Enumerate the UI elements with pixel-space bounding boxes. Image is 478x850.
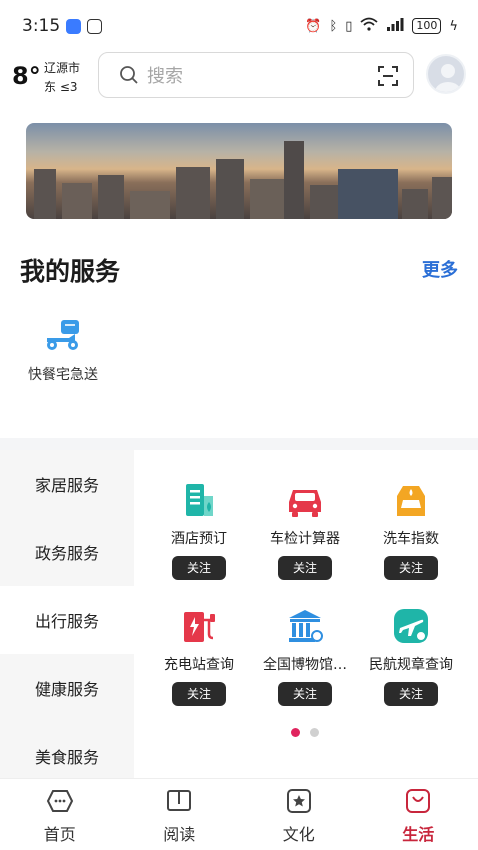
service-item-hotel[interactable]: 酒店预订 关注: [146, 480, 252, 580]
battery-indicator: 100: [412, 18, 442, 34]
alarm-icon: ⏰: [305, 18, 322, 34]
status-right: ⏰ ᛒ ▯ 100 ϟ: [305, 0, 458, 52]
car-icon: [289, 490, 321, 517]
avatar[interactable]: [426, 54, 466, 94]
nav-label: 生活: [402, 825, 435, 844]
my-service-item[interactable]: 快餐宅急送: [22, 316, 104, 384]
wifi-icon: [360, 17, 379, 35]
service-item-car-check[interactable]: 车检计算器 关注: [252, 480, 358, 580]
book-icon: [167, 790, 192, 811]
more-link[interactable]: 更多: [422, 256, 458, 282]
search-input[interactable]: 搜索: [98, 52, 414, 98]
category-sidebar: 家居服务 政务服务 出行服务 健康服务 美食服务: [0, 450, 134, 790]
service-item-car-wash[interactable]: 洗车指数 关注: [358, 480, 464, 580]
bluetooth-icon: ᛒ: [329, 18, 338, 34]
weather-city[interactable]: 辽源市: [44, 59, 80, 76]
category-item-travel[interactable]: 出行服务: [0, 586, 134, 654]
category-item-government[interactable]: 政务服务: [0, 518, 134, 586]
status-time: 3:15: [22, 16, 61, 36]
notification-icon: [66, 18, 82, 34]
weather-wind: 东 ≤3: [44, 80, 78, 94]
service-item-museum[interactable]: 全国博物馆… 关注: [252, 606, 358, 706]
follow-button[interactable]: 关注: [278, 556, 332, 580]
page-dot-active[interactable]: [291, 728, 300, 737]
charging-station-icon: [184, 612, 215, 642]
follow-button[interactable]: 关注: [172, 682, 226, 706]
scan-icon[interactable]: [377, 65, 399, 87]
home-icon: [46, 790, 73, 812]
signal-icon: [386, 17, 404, 35]
service-label: 酒店预订: [171, 531, 227, 547]
page-indicator: [291, 728, 319, 737]
service-item-aviation[interactable]: 民航规章查询 关注: [358, 606, 464, 706]
section-divider: [0, 438, 478, 450]
hotel-icon: [186, 484, 213, 516]
service-grid: 酒店预订 关注 车检计算器 关注 洗车指数 关注 充电站查询 关注 全国博物馆……: [134, 450, 478, 778]
service-label: 民航规章查询: [369, 657, 453, 673]
nav-home[interactable]: 首页: [0, 779, 120, 850]
service-label: 充电站查询: [164, 657, 234, 673]
category-item-health[interactable]: 健康服务: [0, 654, 134, 722]
my-services-title: 我的服务: [20, 257, 121, 286]
nav-label: 首页: [43, 825, 76, 844]
nav-label: 文化: [282, 825, 315, 844]
follow-button[interactable]: 关注: [278, 682, 332, 706]
nav-label: 阅读: [163, 825, 196, 844]
service-label: 洗车指数: [383, 531, 439, 547]
star-icon: [286, 789, 311, 813]
smile-bag-icon: [406, 789, 431, 813]
follow-button[interactable]: 关注: [384, 556, 438, 580]
my-service-label: 快餐宅急送: [28, 367, 98, 383]
scooter-icon: [47, 320, 79, 350]
vibrate-icon: ▯: [345, 18, 353, 34]
nav-culture[interactable]: 文化: [239, 779, 359, 850]
page-dot[interactable]: [310, 728, 319, 737]
nfc-icon: [87, 18, 103, 34]
status-bar: 3:15 ⏰ ᛒ ▯ 100 ϟ: [0, 0, 478, 52]
category-item-home[interactable]: 家居服务: [0, 450, 134, 518]
service-item-charging[interactable]: 充电站查询 关注: [146, 606, 252, 706]
header: 8° 辽源市 东 ≤3 搜索: [0, 52, 478, 100]
follow-button[interactable]: 关注: [384, 682, 438, 706]
airplane-icon: [394, 609, 428, 643]
service-label: 车检计算器: [270, 531, 340, 547]
charging-icon: ϟ: [449, 18, 458, 34]
car-wash-icon: [397, 486, 425, 516]
museum-icon: [289, 610, 323, 642]
nav-life[interactable]: 生活: [359, 779, 478, 850]
bottom-nav: 首页 阅读 文化 生活: [0, 778, 478, 850]
search-placeholder: 搜索: [147, 66, 183, 87]
follow-button[interactable]: 关注: [172, 556, 226, 580]
city-banner-image[interactable]: [26, 123, 452, 219]
nav-reading[interactable]: 阅读: [120, 779, 240, 850]
service-label: 全国博物馆…: [263, 657, 347, 673]
weather-temperature[interactable]: 8°: [12, 62, 41, 90]
search-icon: [120, 66, 138, 84]
